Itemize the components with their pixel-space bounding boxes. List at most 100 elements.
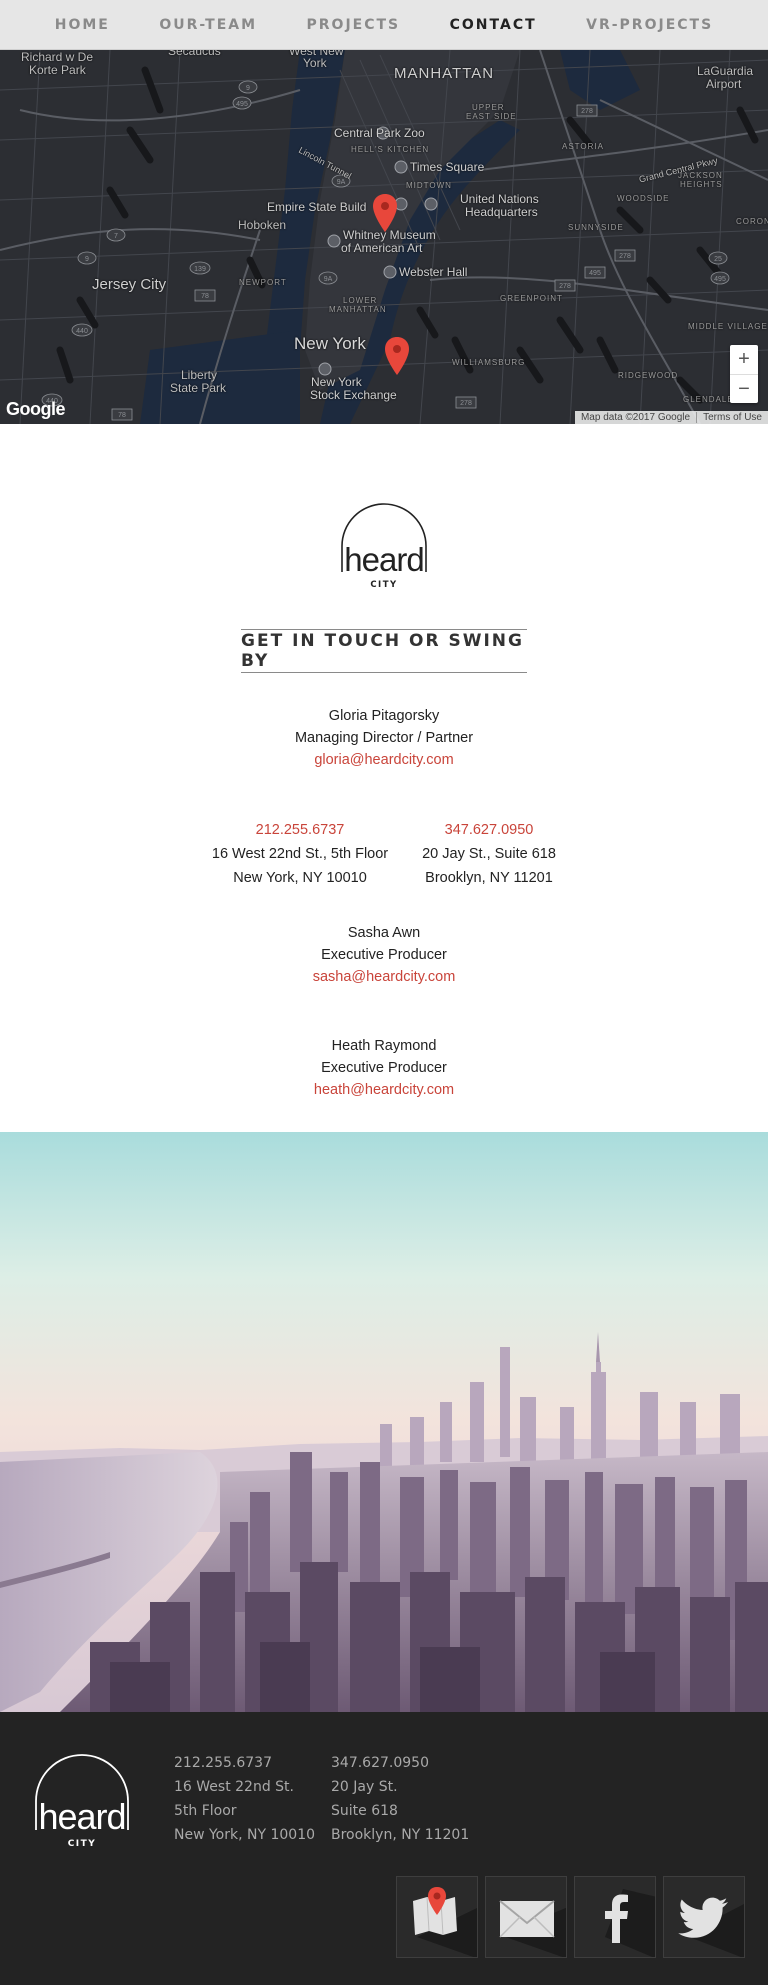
map-label: MANHATTAN [329, 305, 387, 314]
contact-name: Heath Raymond [331, 1038, 437, 1054]
map-label: Liberty [181, 368, 218, 382]
office-phone-link[interactable]: 212.255.6737 [200, 818, 400, 842]
svg-text:9A: 9A [337, 179, 346, 186]
map-poi-label[interactable]: Times Square [410, 161, 484, 174]
contact-email-link[interactable]: gloria@heardcity.com [0, 749, 768, 771]
twitter-icon [678, 1897, 744, 1957]
map-label: EAST SIDE [466, 112, 517, 121]
contact-title: Executive Producer [321, 1060, 447, 1076]
map-label: Hoboken [238, 218, 287, 232]
top-navigation: HOME OUR-TEAM PROJECTS CONTACT VR-PROJEC… [0, 0, 768, 50]
footer-address-line: 5th Floor [174, 1803, 237, 1819]
svg-text:278: 278 [559, 283, 571, 290]
map-poi-label[interactable]: Webster Hall [399, 266, 467, 279]
footer-address-line: 20 Jay St. [331, 1779, 398, 1795]
twitter-button[interactable] [663, 1876, 745, 1958]
map-poi-label[interactable]: Empire State Build [267, 201, 366, 214]
heard-city-logo: heard CITY [341, 503, 427, 590]
contact-title: Executive Producer [321, 947, 447, 963]
map-data-credit: Map data ©2017 Google [580, 412, 691, 423]
map-label: Richard w De [21, 50, 94, 64]
footer-heard-city-logo: heard CITY [35, 1754, 129, 1849]
map-label: UPPER [472, 103, 505, 112]
svg-text:495: 495 [589, 270, 601, 277]
email-button[interactable] [485, 1876, 567, 1958]
contact-email-link[interactable]: heath@heardcity.com [0, 1079, 768, 1101]
map-label: MIDTOWN [406, 181, 452, 190]
contact-heading: GET IN TOUCH OR SWING BY [241, 631, 524, 671]
svg-text:78: 78 [118, 412, 126, 419]
map-label: York [303, 56, 327, 70]
map-label: MIDDLE VILLAGE [688, 322, 768, 331]
svg-text:7: 7 [114, 233, 118, 240]
office-address-line: 16 West 22nd St., 5th Floor [211, 846, 389, 862]
terms-of-use-link[interactable]: Terms of Use [696, 412, 768, 423]
map-label: Korte Park [29, 63, 86, 77]
map-label: MANHATTAN [394, 65, 495, 82]
office-address-line: New York, NY 10010 [233, 870, 367, 886]
google-logo[interactable]: Google [6, 399, 66, 420]
map-icon [413, 1887, 477, 1957]
contact-name: Sasha Awn [347, 925, 421, 941]
map-poi-label[interactable]: Central Park Zoo [334, 127, 425, 140]
svg-text:25: 25 [714, 256, 722, 263]
contact-name: Gloria Pitagorsky [328, 708, 440, 724]
map-label: State Park [170, 381, 227, 395]
map-poi-label: Stock Exchange [310, 388, 397, 402]
map-label: WILLIAMSBURG [452, 358, 526, 367]
map-button[interactable] [396, 1876, 478, 1958]
contact-email-link[interactable]: sasha@heardcity.com [0, 966, 768, 988]
map-label: Airport [706, 77, 742, 91]
map-label: Secaucus [168, 50, 221, 58]
map-label: GLENDALE [683, 395, 734, 404]
nav-contact[interactable]: CONTACT [450, 17, 537, 33]
map-label: LOWER [343, 296, 378, 305]
footer-address-line: Brooklyn, NY 11201 [331, 1827, 470, 1843]
office-column-brooklyn: 347.627.0950 20 Jay St., Suite 618 Brook… [389, 818, 589, 890]
nav-our-team[interactable]: OUR-TEAM [159, 17, 257, 33]
map-poi-label: Headquarters [465, 205, 538, 219]
nav-home[interactable]: HOME [55, 17, 110, 33]
map-label: GREENPOINT [500, 294, 563, 303]
svg-text:9: 9 [85, 256, 89, 263]
svg-text:278: 278 [460, 400, 472, 407]
svg-text:78: 78 [201, 293, 209, 300]
map-poi-label: of American Art [341, 241, 423, 255]
zoom-in-button[interactable]: + [730, 345, 758, 374]
mail-icon [499, 1900, 566, 1957]
map-label: ASTORIA [562, 142, 604, 151]
map-marker-icon[interactable] [385, 337, 409, 375]
map-label: LaGuardia [697, 64, 754, 78]
office-address-line: 20 Jay St., Suite 618 [422, 846, 556, 862]
footer-phone[interactable]: 347.627.0950 [331, 1751, 469, 1775]
contact-heading-box: GET IN TOUCH OR SWING BY [241, 629, 527, 673]
contact-title: Managing Director / Partner [294, 730, 474, 746]
footer-logo-wordmark: heard [38, 1796, 125, 1837]
city-skyline-photo [0, 1132, 768, 1712]
map-label: WOODSIDE [617, 194, 670, 203]
svg-text:495: 495 [236, 101, 248, 108]
map-label: SUNNYSIDE [568, 223, 624, 232]
nav-projects[interactable]: PROJECTS [307, 17, 401, 33]
logo-subtext: CITY [370, 580, 397, 590]
map-marker-icon[interactable] [373, 194, 397, 232]
google-map[interactable]: 9 495 9A 7 9 139 9A 440 440 278 278 278 … [0, 50, 768, 424]
svg-text:278: 278 [619, 253, 631, 260]
office-address-line: Brooklyn, NY 11201 [425, 870, 553, 886]
svg-text:9: 9 [246, 85, 250, 92]
logo-wordmark: heard [344, 541, 423, 578]
map-attribution: Map data ©2017 Google Terms of Use [574, 411, 768, 424]
map-label: RIDGEWOOD [618, 371, 679, 380]
footer-address-line: New York, NY 10010 [174, 1827, 316, 1843]
nav-vr-projects[interactable]: VR-PROJECTS [586, 17, 713, 33]
office-column-manhattan: 212.255.6737 16 West 22nd St., 5th Floor… [200, 818, 400, 890]
footer-address-brooklyn: 347.627.0950 20 Jay St. Suite 618 Brookl… [331, 1751, 469, 1847]
facebook-icon [605, 1889, 655, 1957]
footer-phone[interactable]: 212.255.6737 [174, 1751, 315, 1775]
office-phone-link[interactable]: 347.627.0950 [389, 818, 589, 842]
facebook-button[interactable] [574, 1876, 656, 1958]
zoom-out-button[interactable]: − [730, 374, 758, 403]
map-label: CORONA [736, 217, 768, 226]
svg-text:495: 495 [714, 276, 726, 283]
map-label: NEWPORT [239, 278, 287, 287]
